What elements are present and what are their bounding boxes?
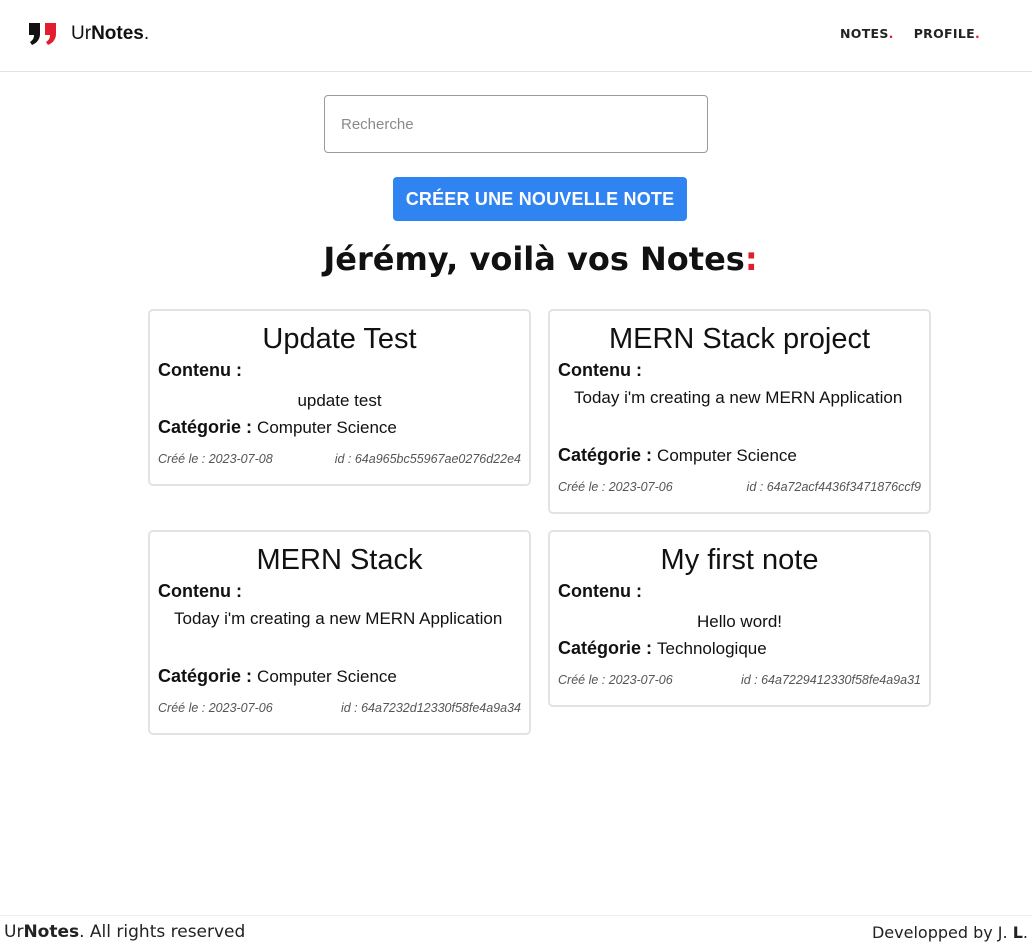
brand-link[interactable]: UrNotes.: [27, 20, 149, 48]
brand-name: UrNotes.: [71, 23, 150, 44]
note-content: Today i'm creating a new MERN Applicatio…: [174, 609, 503, 628]
note-created-date: Créé le : 2023-07-06: [558, 480, 673, 494]
content-label: Contenu :: [558, 360, 642, 380]
content-label: Contenu :: [158, 581, 242, 601]
main-nav: NOTES. PROFILE.: [840, 26, 980, 41]
note-content: update test: [297, 391, 382, 410]
note-title: MERN Stack: [256, 544, 423, 576]
create-note-button[interactable]: CRÉER UNE NOUVELLE NOTE: [393, 177, 687, 221]
note-category: Catégorie : Computer Science: [158, 417, 397, 437]
nav-notes-link[interactable]: NOTES.: [840, 26, 894, 41]
footer-credit: Developped by J. L.: [871, 923, 1028, 942]
content-label: Contenu :: [158, 360, 242, 380]
note-category: Catégorie : Computer Science: [158, 666, 397, 686]
quote-logo-icon: [29, 23, 56, 45]
note-id: id : 64a965bc55967ae0276d22e4: [334, 452, 521, 466]
note-card[interactable]: MERN Stack Contenu : Today i'm creating …: [148, 530, 531, 735]
footer-copyright: UrNotes. All rights reserved: [4, 922, 246, 942]
note-id: id : 64a7229412330f58fe4a9a31: [740, 673, 921, 687]
note-card[interactable]: Update Test Contenu : update test Catégo…: [148, 309, 531, 486]
note-created-date: Créé le : 2023-07-06: [558, 673, 673, 687]
content-label: Contenu :: [558, 581, 642, 601]
note-category: Catégorie : Computer Science: [558, 445, 797, 465]
top-navbar: UrNotes. NOTES. PROFILE.: [0, 0, 1032, 72]
search-input[interactable]: [324, 95, 708, 153]
note-card[interactable]: MERN Stack project Contenu : Today i'm c…: [548, 309, 931, 514]
note-id: id : 64a72acf4436f3471876ccf9: [746, 480, 921, 494]
note-content: Today i'm creating a new MERN Applicatio…: [574, 388, 903, 407]
note-created-date: Créé le : 2023-07-06: [158, 701, 273, 715]
note-title: MERN Stack project: [608, 323, 871, 355]
note-content: Hello word!: [696, 612, 783, 631]
page-footer: UrNotes. All rights reserved Developped …: [0, 915, 1032, 945]
note-title: Update Test: [262, 323, 417, 355]
note-card[interactable]: My first note Contenu : Hello word! Caté…: [548, 530, 931, 707]
note-created-date: Créé le : 2023-07-08: [158, 452, 273, 466]
nav-profile-link[interactable]: PROFILE.: [914, 26, 980, 41]
page-title: Jérémy, voilà vos Notes:: [323, 240, 758, 278]
note-id: id : 64a7232d12330f58fe4a9a34: [340, 701, 521, 715]
note-title: My first note: [660, 544, 819, 576]
note-category: Catégorie : Technologique: [558, 638, 767, 658]
